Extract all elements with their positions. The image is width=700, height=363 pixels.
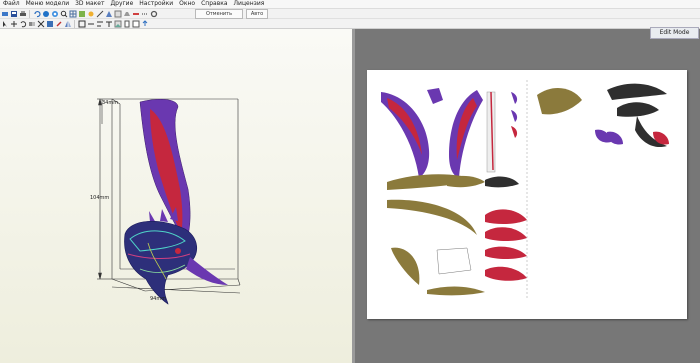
paper-sheet: [367, 70, 687, 319]
view-3d[interactable]: 34mm 104mm 94mm: [0, 29, 352, 363]
edit-mode-button[interactable]: Edit Mode: [650, 27, 699, 39]
rotate-part-icon[interactable]: [19, 20, 27, 28]
unfold-button[interactable]: Отменить: [195, 9, 243, 19]
scale-icon[interactable]: [78, 20, 86, 28]
print-icon[interactable]: [19, 10, 27, 18]
move-icon[interactable]: [10, 20, 18, 28]
rotate-icon[interactable]: [42, 10, 50, 18]
joint-icon[interactable]: [132, 10, 140, 18]
flap-icon[interactable]: [123, 10, 131, 18]
toolbar-separator: [29, 9, 30, 18]
auto-button[interactable]: Авто: [246, 9, 268, 19]
light-icon[interactable]: [87, 10, 95, 18]
image-icon[interactable]: [114, 20, 122, 28]
fold-line-icon[interactable]: [141, 10, 149, 18]
select-icon[interactable]: [1, 20, 9, 28]
grid-view-icon[interactable]: [69, 10, 77, 18]
zoom-icon[interactable]: [60, 10, 68, 18]
menu-license[interactable]: Лицензия: [231, 0, 268, 8]
number-icon[interactable]: [114, 10, 122, 18]
dim-top-label: 34mm: [102, 100, 119, 106]
pan-icon[interactable]: [51, 10, 59, 18]
menu-window[interactable]: Окно: [176, 0, 198, 8]
menu-model[interactable]: Меню модели: [23, 0, 73, 8]
export-icon[interactable]: [141, 19, 149, 28]
flip-icon[interactable]: [87, 20, 95, 28]
menu-settings[interactable]: Настройки: [136, 0, 176, 8]
page-icon[interactable]: [123, 20, 131, 28]
model-3d: [97, 98, 241, 305]
dim-width-label: 94mm: [150, 296, 167, 302]
align-icon[interactable]: [96, 20, 104, 28]
texture-icon[interactable]: [78, 10, 86, 18]
open-file-icon[interactable]: [1, 10, 9, 18]
join-icon[interactable]: [28, 20, 36, 28]
cut-icon[interactable]: [37, 20, 45, 28]
menu-file[interactable]: Файл: [0, 0, 23, 8]
menu-bar: Файл Меню модели 3D макет Другие Настрой…: [0, 0, 700, 9]
fill-icon[interactable]: [46, 20, 54, 28]
save-icon[interactable]: [10, 10, 18, 18]
toolbar-separator: [74, 19, 75, 28]
toolbar-main: [0, 9, 700, 19]
pen-icon[interactable]: [55, 20, 63, 28]
toolbar-edit: [0, 19, 700, 29]
edge-icon[interactable]: [96, 10, 104, 18]
dim-height-label: 104mm: [90, 195, 110, 201]
mirror-icon[interactable]: [64, 20, 72, 28]
undo-icon[interactable]: [33, 10, 41, 18]
menu-other[interactable]: Другие: [107, 0, 136, 8]
settings-icon[interactable]: [150, 10, 158, 18]
unfolded-parts: [381, 80, 669, 300]
menu-help[interactable]: Справка: [198, 0, 230, 8]
face-icon[interactable]: [105, 10, 113, 18]
menu-3d-layout[interactable]: 3D макет: [72, 0, 107, 8]
layout-icon[interactable]: [132, 20, 140, 28]
text-icon[interactable]: [105, 20, 113, 28]
